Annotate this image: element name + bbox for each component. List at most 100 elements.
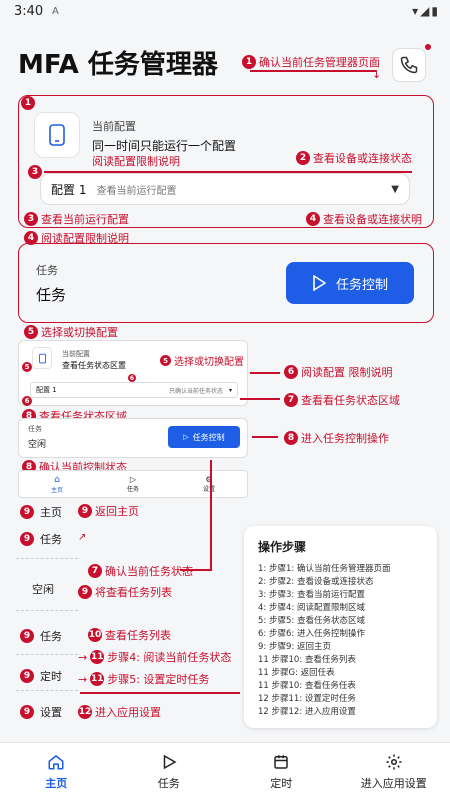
mini-nav-task[interactable]: ▷ 任务 <box>95 471 171 497</box>
annotation-line <box>210 460 212 570</box>
config-select[interactable]: 配置 1 查看当前运行配置 ▼ <box>40 173 410 205</box>
bottom-nav: 主页 任务 定时 进入应用设置 <box>0 742 450 801</box>
status-time: 3:40 <box>14 4 44 19</box>
left-item-label: 设置 <box>40 706 62 719</box>
annotation-marker: 3 <box>28 165 42 179</box>
steps-card: 操作步骤 1: 步骤1: 确认当前任务管理器页面 2: 步骤2: 查看设备或连接… <box>244 526 437 728</box>
task-control-label: 任务控制 <box>335 277 388 293</box>
play-icon: ▷ <box>129 475 137 484</box>
mini-config-desc: 查看任务状态区置 <box>62 361 126 370</box>
play-icon <box>313 275 326 291</box>
left-item-idle: 空闲 <box>32 581 54 597</box>
mini-config-label: 当前配置 <box>62 350 90 358</box>
left-item-task-2[interactable]: 9 任务 <box>20 628 62 644</box>
notification-dot <box>425 44 431 50</box>
annotation-5b: 5 选择或切换配置 <box>160 353 244 368</box>
mini-device-icon <box>32 347 52 369</box>
config-label: 当前配置 <box>92 120 136 133</box>
annotation-10: 10 查看任务列表 <box>88 628 171 642</box>
annotation-8: 8 进入任务控制操作 <box>284 430 389 446</box>
arrow-down-icon: ↓ <box>372 68 382 81</box>
nav-task-label: 任务 <box>157 777 180 790</box>
step-item: 2: 步骤2: 查看设备或连接状态 <box>258 577 374 587</box>
chevron-down-icon: ▾ <box>228 386 232 394</box>
home-icon: ⌂ <box>54 474 60 485</box>
play-icon <box>163 754 177 770</box>
device-icon-box <box>34 112 80 158</box>
step-item: 6: 步骤6: 进入任务控制操作 <box>258 629 365 639</box>
annotation-9b: 9 将查看任务列表 <box>78 584 172 600</box>
config-select-value: 配置 1 <box>51 182 87 197</box>
step-item: 11 步骤10: 查看任务列表 <box>258 655 356 665</box>
nav-settings[interactable]: 进入应用设置 <box>338 743 450 801</box>
config-select-placeholder: 查看当前运行配置 <box>96 185 177 197</box>
mini-nav-settings-label: 设置 <box>202 486 215 493</box>
left-item-label: 任务 <box>40 630 62 643</box>
divider <box>16 558 78 559</box>
annotation-6: 6 阅读配置 限制说明 <box>284 364 393 380</box>
step-item: 11 步骤G: 返回任表 <box>258 668 335 678</box>
phone-call-icon <box>400 56 418 74</box>
annotation-line <box>250 372 280 374</box>
left-item-settings[interactable]: 9 设置 <box>20 704 62 720</box>
task-control-button[interactable]: 任务控制 <box>286 262 414 304</box>
mini-task-status: 空闲 <box>28 440 47 450</box>
page-title: MFA 任务管理器 <box>18 50 218 80</box>
chevron-down-icon: ▼ <box>391 183 399 195</box>
nav-task[interactable]: 任务 <box>113 743 226 801</box>
home-icon <box>48 755 64 770</box>
config-limit-note: 阅读配置限制说明 <box>92 155 180 168</box>
gear-icon: ⚙ <box>205 475 213 484</box>
task-label: 任务 <box>36 264 58 277</box>
steps-title: 操作步骤 <box>258 540 307 554</box>
gear-icon <box>386 754 402 770</box>
mini-nav-settings[interactable]: ⚙ 设置 <box>171 471 247 497</box>
annotation-marker: 6 <box>128 374 136 382</box>
annotation-4: 4 查看设备或连接状明 <box>306 211 422 227</box>
annotation-line <box>252 436 278 438</box>
annotation-2: 2 查看设备或连接状态 <box>296 150 412 166</box>
system-icons: ▾◢▮ <box>412 4 440 18</box>
left-item-task[interactable]: 9 任务 <box>20 531 62 547</box>
annotation-line <box>250 70 376 72</box>
left-item-schedule[interactable]: 9 定时 <box>20 668 62 684</box>
mini-config-select[interactable]: 配置 1 只确认当前任务状态 ▾ <box>30 382 238 398</box>
divider <box>16 610 78 611</box>
divider <box>16 690 78 691</box>
mini-nav-home-label: 主页 <box>50 486 63 494</box>
left-item-home[interactable]: 9 主页 <box>20 504 62 520</box>
nav-settings-label: 进入应用设置 <box>360 777 427 790</box>
step-item: 1: 步骤1: 确认当前任务管理器页面 <box>258 564 391 574</box>
annotation-11a: → 11 步骤4: 阅读当前任务状态 <box>78 650 232 664</box>
step-item: 11 步骤10: 查看任务任表 <box>258 681 356 691</box>
annotation-3: 3 查看当前运行配置 <box>24 211 129 227</box>
left-item-label: 空闲 <box>32 583 54 596</box>
nav-schedule[interactable]: 定时 <box>225 743 338 801</box>
notification-icon: A <box>52 6 59 17</box>
annotation-11b: → 11 步骤5: 设置定时任务 <box>78 672 210 686</box>
calendar-icon <box>274 755 288 769</box>
mini-bottom-nav: ⌂ 主页 ▷ 任务 ⚙ 设置 <box>18 470 248 498</box>
nav-home[interactable]: 主页 <box>0 743 113 801</box>
annotation-line <box>80 692 240 694</box>
config-description: 同一时间只能运行一个配置 <box>92 139 237 153</box>
mini-task-control-button[interactable]: ▷ 任务控制 <box>168 426 240 448</box>
annotation-1: 1 确认当前任务管理器页面 <box>242 54 380 70</box>
status-bar: 3:40 A ▾◢▮ <box>0 0 450 24</box>
left-item-label: 主页 <box>40 506 62 519</box>
smartphone-icon <box>38 353 46 363</box>
mini-task-control-label: 任务控制 <box>192 432 225 442</box>
device-status-button[interactable] <box>392 48 426 82</box>
left-item-label: 定时 <box>40 670 62 683</box>
annotation-12: 12 进入应用设置 <box>78 705 161 719</box>
annotation-marker: 5 <box>22 362 32 372</box>
annotation-line <box>240 398 280 400</box>
mini-select-placeholder: 只确认当前任务状态 <box>168 387 223 395</box>
left-item-label: 任务 <box>40 533 62 546</box>
step-item: 12 步骤12: 进入应用设置 <box>258 707 356 717</box>
annotation-7b: 7 确认当前任务状态 <box>88 563 193 579</box>
annotation-marker: 1 <box>21 96 35 110</box>
nav-schedule-label: 定时 <box>270 777 293 790</box>
mini-nav-home[interactable]: ⌂ 主页 <box>19 471 95 497</box>
step-item: 12 步骤11: 设置定时任务 <box>258 694 356 704</box>
